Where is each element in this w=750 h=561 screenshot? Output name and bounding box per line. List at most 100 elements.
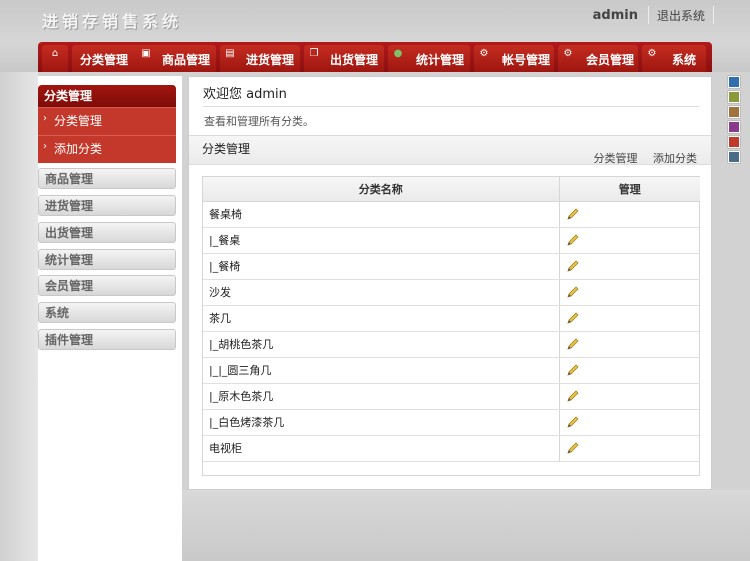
welcome-text: 欢迎您 admin	[203, 87, 287, 102]
pencil-icon[interactable]	[566, 441, 580, 454]
link-add-category[interactable]: 添加分类	[653, 152, 697, 165]
edit-cell	[559, 201, 700, 228]
edit-cell	[559, 331, 700, 358]
copy-icon: ❐	[309, 48, 319, 59]
tab-account[interactable]: ⚙ 帐号管理	[474, 45, 554, 72]
pencil-icon[interactable]	[566, 415, 580, 428]
pencil-icon[interactable]	[566, 363, 580, 376]
theme-swatch-purple[interactable]	[728, 121, 740, 133]
edit-cell	[559, 227, 700, 254]
sidebar-item-member[interactable]: 会员管理	[38, 275, 176, 296]
globe-icon: ●	[393, 48, 403, 59]
sidebar-group-category: 分类管理 › 分类管理 › 添加分类	[38, 85, 176, 163]
theme-swatch-blue[interactable]	[728, 76, 740, 88]
theme-swatch-slate[interactable]	[728, 151, 740, 163]
panel-title: 分类管理	[202, 142, 251, 156]
panel-links: 分类管理 添加分类	[582, 150, 698, 166]
category-name: 沙发	[203, 279, 560, 306]
user-area: admin 退出系统	[583, 6, 714, 24]
category-name: |_餐桌	[203, 227, 560, 254]
tab-purchase[interactable]: ▤ 进货管理	[220, 45, 300, 72]
sidebar-item-label: 分类管理	[54, 114, 103, 128]
table-row: 茶几	[203, 305, 700, 332]
edit-cell	[559, 253, 700, 280]
sidebar-item-plugin[interactable]: 插件管理	[38, 329, 176, 350]
sidebar-item-label: 添加分类	[54, 142, 103, 156]
page-background	[182, 490, 750, 561]
category-name: |_白色烤漆茶几	[203, 409, 560, 436]
edit-cell	[559, 409, 700, 436]
sidebar-item-category-manage[interactable]: › 分类管理	[38, 107, 176, 135]
category-name: |_胡桃色茶几	[203, 331, 560, 358]
category-panel: 分类管理 分类管理 添加分类 分类名称 管理 餐桌椅 |_餐桌 |_餐椅 沙发 茶几 |_…	[189, 135, 711, 491]
tab-shipment[interactable]: ❐ 出货管理	[304, 45, 384, 72]
table-row: |_胡桃色茶几	[203, 331, 700, 358]
table-row: |_|_圆三角几	[203, 357, 700, 384]
gear-icon: ⚙	[563, 48, 573, 59]
chevron-right-icon: ›	[43, 141, 47, 152]
sidebar-item-system[interactable]: 系统	[38, 302, 176, 323]
pencil-icon[interactable]	[566, 311, 580, 324]
gear-icon: ⚙	[647, 48, 657, 59]
column-header-name: 分类名称	[203, 177, 560, 202]
theme-swatch-brown[interactable]	[728, 106, 740, 118]
sidebar-item-shipment[interactable]: 出货管理	[38, 222, 176, 243]
category-name: 茶几	[203, 305, 560, 332]
category-table: 分类名称 管理 餐桌椅 |_餐桌 |_餐椅 沙发 茶几 |_胡桃色茶几 |_|_圆三角几 |_…	[202, 176, 700, 476]
tab-member[interactable]: ⚙ 会员管理	[558, 45, 638, 72]
divider	[713, 6, 714, 24]
app-title: 进销存销售系统	[42, 12, 183, 31]
table-row: 电视柜	[203, 435, 700, 462]
theme-swatch-olive[interactable]	[728, 91, 740, 103]
sidebar-item-product[interactable]: 商品管理	[38, 168, 176, 189]
tab-label: 分类管理	[80, 53, 129, 67]
pencil-icon[interactable]	[566, 337, 580, 350]
table-row: |_原木色茶几	[203, 383, 700, 410]
chevron-right-icon: ›	[43, 113, 47, 124]
sidebar-group-title[interactable]: 分类管理	[38, 85, 176, 107]
sidebar-item-add-category[interactable]: › 添加分类	[38, 135, 176, 163]
pencil-icon[interactable]	[566, 389, 580, 402]
pencil-icon[interactable]	[566, 207, 580, 220]
window-icon: ▣	[141, 48, 151, 59]
divider	[189, 490, 711, 491]
pencil-icon[interactable]	[566, 285, 580, 298]
sidebar-item-statistics[interactable]: 统计管理	[38, 249, 176, 270]
tab-statistics[interactable]: ● 统计管理	[388, 45, 470, 72]
user-name[interactable]: admin	[583, 8, 648, 23]
divider	[203, 106, 699, 107]
edit-cell	[559, 357, 700, 384]
pencil-icon[interactable]	[566, 233, 580, 246]
pencil-icon[interactable]	[566, 259, 580, 272]
page-description: 查看和管理所有分类。	[204, 115, 314, 128]
tab-system[interactable]: ⚙ 系统	[642, 45, 706, 72]
main-content: 欢迎您 admin 查看和管理所有分类。 分类管理 分类管理 添加分类 分类名称…	[188, 76, 712, 491]
table-row: |_餐桌	[203, 227, 700, 254]
tab-product[interactable]: ▣ 商品管理	[136, 45, 216, 72]
edit-cell	[559, 305, 700, 332]
category-name: |_原木色茶几	[203, 383, 560, 410]
table-row: |_白色烤漆茶几	[203, 409, 700, 436]
category-name: |_|_圆三角几	[203, 357, 560, 384]
sidebar-item-purchase[interactable]: 进货管理	[38, 195, 176, 216]
home-icon[interactable]: ⌂	[42, 45, 68, 72]
panel-header: 分类管理 分类管理 添加分类	[189, 135, 711, 165]
edit-cell	[559, 383, 700, 410]
table-row: |_餐椅	[203, 253, 700, 280]
left-gutter	[0, 72, 38, 561]
link-category-manage[interactable]: 分类管理	[594, 152, 638, 165]
edit-cell	[559, 435, 700, 462]
main-nav: ⌂ 分类管理 ▣ 商品管理 ▤ 进货管理 ❐ 出货管理 ● 统计管理 ⚙ 帐号管…	[38, 42, 712, 72]
theme-swatch-red[interactable]	[728, 136, 740, 148]
table-row: 沙发	[203, 279, 700, 306]
category-name: |_餐椅	[203, 253, 560, 280]
edit-cell	[559, 279, 700, 306]
gear-icon: ⚙	[479, 48, 489, 59]
table-header-row: 分类名称 管理	[203, 177, 700, 202]
document-icon: ▤	[225, 48, 235, 59]
category-name: 餐桌椅	[203, 201, 560, 228]
category-table-grid: 分类名称 管理 餐桌椅 |_餐桌 |_餐椅 沙发 茶几 |_胡桃色茶几 |_|_圆三角几 |_…	[203, 177, 700, 462]
logout-link[interactable]: 退出系统	[649, 7, 713, 24]
category-name: 电视柜	[203, 435, 560, 462]
theme-swatches	[726, 76, 742, 166]
